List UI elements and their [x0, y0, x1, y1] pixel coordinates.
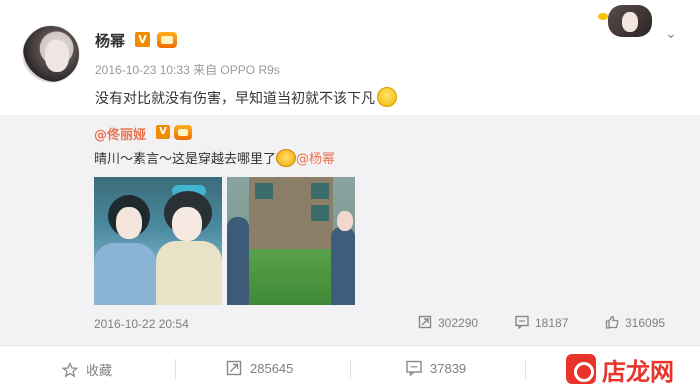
retweet-like-count: 316095: [625, 316, 666, 330]
smile-emoji-icon: [377, 87, 397, 107]
divider: [175, 359, 176, 379]
retweet-verified-badge-icon: V: [156, 125, 170, 139]
retweet-username[interactable]: @佟丽娅: [94, 124, 146, 143]
retweet-repost-stat[interactable]: 302290: [418, 315, 478, 330]
bow-emoji-icon: [276, 149, 297, 167]
retweet-repost-count: 302290: [438, 316, 479, 330]
bee-decoration-icon: [598, 13, 608, 20]
verified-badge-icon: V: [135, 32, 150, 47]
retweet-like-stat[interactable]: 316095: [605, 315, 665, 330]
weibo-card: 杨幂 V 2016-10-23 10:33 来自 OPPO R9s 没有对比就没…: [0, 0, 700, 391]
watermark-text: 店龙网: [602, 358, 674, 386]
retweet-comment-count: 18187: [535, 316, 569, 330]
comment-button[interactable]: 37839: [406, 360, 466, 376]
retweet-vip-crown-icon[interactable]: [174, 125, 192, 140]
thumbs-up-icon: [605, 315, 619, 329]
post-timestamp[interactable]: 2016-10-23 10:33: [95, 63, 190, 77]
repost-icon: [418, 315, 432, 329]
profile-decoration-avatar: [608, 5, 652, 37]
star-icon: [62, 362, 78, 378]
comment-icon: [406, 360, 422, 376]
post-meta: 2016-10-23 10:33 来自 OPPO R9s: [95, 61, 280, 78]
retweet-mention-link[interactable]: @杨幂: [296, 152, 335, 167]
post-source: 来自 OPPO R9s: [193, 63, 280, 77]
repost-icon: [226, 360, 242, 376]
favorite-label: 收藏: [86, 363, 113, 378]
retweet-photo-2[interactable]: [227, 177, 355, 305]
favorite-button[interactable]: 收藏: [62, 360, 112, 379]
post-text: 没有对比就没有伤害，早知道当初就不该下凡: [95, 87, 397, 108]
comment-count: 37839: [430, 361, 467, 376]
username[interactable]: 杨幂: [95, 30, 125, 51]
repost-count: 285645: [250, 361, 294, 376]
vip-crown-icon[interactable]: [157, 32, 177, 48]
retweet-date[interactable]: 2016-10-22 20:54: [94, 317, 189, 331]
post-text-content: 没有对比就没有伤害，早知道当初就不该下凡: [95, 91, 375, 107]
site-watermark: 店龙网: [560, 346, 700, 391]
retweet-text-content: 晴川～素言～这是穿越去哪里了: [94, 152, 277, 167]
divider: [350, 359, 351, 379]
retweet-comment-stat[interactable]: 18187: [515, 315, 568, 330]
divider: [525, 359, 526, 379]
repost-button[interactable]: 285645: [226, 360, 293, 376]
chevron-down-icon[interactable]: ⌄: [665, 26, 677, 42]
user-avatar[interactable]: [22, 25, 80, 83]
retweet-block: @佟丽娅 V 晴川～素言～这是穿越去哪里了 @杨幂 2016-10-22 20:5…: [0, 115, 700, 345]
retweet-text: 晴川～素言～这是穿越去哪里了 @杨幂: [94, 148, 335, 167]
comment-icon: [515, 315, 529, 329]
retweet-photo-1[interactable]: [94, 177, 222, 305]
watermark-logo-icon: [566, 354, 596, 384]
